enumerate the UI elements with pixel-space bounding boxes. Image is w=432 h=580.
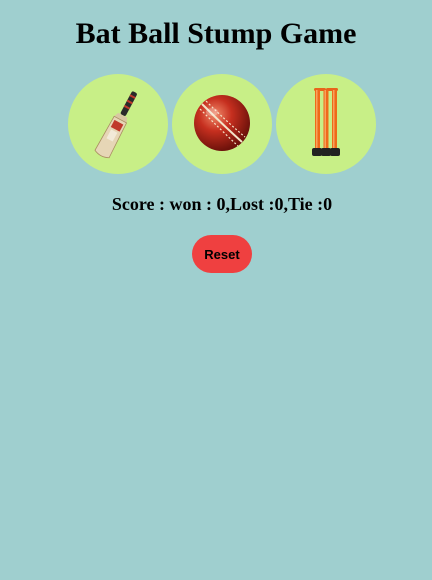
cricket-stumps-icon [312, 88, 340, 156]
score-text: Score : won : 0,Lost :0,Tie :0 [111, 194, 333, 214]
page-title: Bat Ball Stump Game [75, 17, 357, 50]
reset-button[interactable]: Reset [192, 235, 252, 273]
bat-button[interactable] [68, 74, 168, 174]
cricket-ball-icon [194, 95, 250, 151]
ball-button[interactable] [172, 74, 272, 174]
stump-button[interactable] [276, 74, 376, 174]
cricket-bat-icon [94, 91, 137, 159]
